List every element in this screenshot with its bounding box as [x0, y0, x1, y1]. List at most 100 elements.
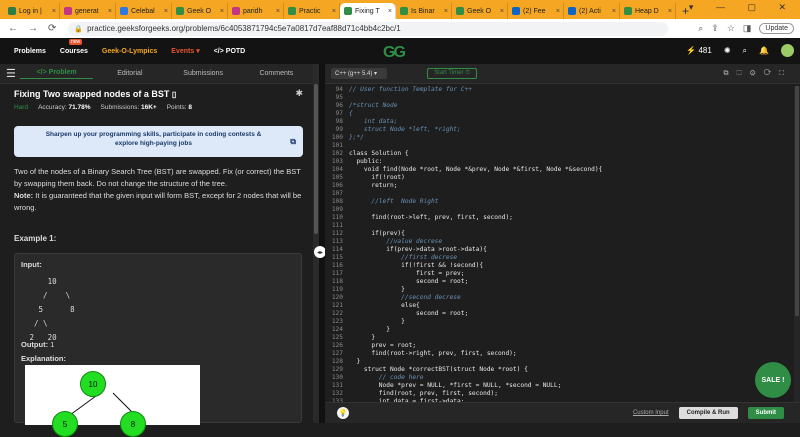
code-line[interactable]: public:: [349, 158, 382, 166]
close-tab-icon[interactable]: ×: [444, 8, 448, 15]
tab-problem[interactable]: </> Problem: [20, 69, 94, 79]
browser-tab[interactable]: generat ×: [60, 3, 116, 19]
browser-tab[interactable]: Fixing T ×: [340, 3, 396, 19]
code-line[interactable]: if(!first && !second){: [349, 262, 483, 270]
code-line[interactable]: {: [349, 110, 353, 118]
close-tab-icon[interactable]: ×: [612, 8, 616, 15]
close-tab-icon[interactable]: ×: [276, 8, 280, 15]
tab-comments[interactable]: Comments: [240, 70, 313, 77]
code-area[interactable]: 94 // User function Template for C++ 95 96 /…: [325, 86, 793, 402]
editor-scrollbar[interactable]: [794, 86, 800, 402]
close-tab-icon[interactable]: ×: [108, 8, 112, 15]
code-line[interactable]: second = root;: [349, 310, 468, 318]
scroll-thumb[interactable]: [795, 86, 799, 316]
code-line[interactable]: //left Node Right: [349, 198, 438, 206]
hint-bulb-icon[interactable]: 💡: [337, 407, 349, 419]
code-line[interactable]: }: [349, 286, 405, 294]
avatar[interactable]: [781, 44, 794, 57]
code-line[interactable]: second = root;: [349, 278, 468, 286]
update-button[interactable]: Update: [759, 23, 794, 34]
share-icon[interactable]: ⇪: [711, 23, 719, 34]
window-controls[interactable]: ▾ — ▢ ✕: [689, 2, 796, 13]
compile-run-button[interactable]: Compile & Run: [678, 407, 738, 419]
code-line[interactable]: /*struct Node: [349, 102, 397, 110]
editor-toolbar-icons[interactable]: ⧉⬚⚙⟳⛶: [724, 70, 800, 78]
nav-geek-o-lympics[interactable]: Geek-O-Lympics: [102, 48, 157, 55]
theme-toggle-icon[interactable]: ✺: [724, 46, 731, 55]
streak-counter[interactable]: ⚡ 481: [686, 46, 712, 55]
close-tab-icon[interactable]: ×: [332, 8, 336, 15]
nav-events[interactable]: Events ▾: [171, 47, 199, 55]
code-line[interactable]: };*/: [349, 134, 364, 142]
browser-tab[interactable]: (2) Acti ×: [564, 3, 620, 19]
sale-badge[interactable]: SALE !: [755, 362, 791, 398]
code-line[interactable]: }: [349, 334, 375, 342]
code-line[interactable]: }: [349, 318, 405, 326]
code-line[interactable]: //second decrese: [349, 294, 461, 302]
code-line[interactable]: int data;: [349, 118, 398, 126]
close-tab-icon[interactable]: ×: [556, 8, 560, 15]
close-tab-icon[interactable]: ×: [52, 8, 56, 15]
back-icon[interactable]: ←: [8, 23, 18, 34]
code-line[interactable]: void find(Node *root, Node *&prev, Node …: [349, 166, 602, 174]
close-tab-icon[interactable]: ×: [668, 8, 672, 15]
code-line[interactable]: return;: [349, 182, 397, 190]
reload-icon[interactable]: ⟳: [48, 23, 56, 34]
search-icon[interactable]: ⌕: [698, 23, 703, 34]
close-tab-icon[interactable]: ×: [388, 8, 392, 15]
browser-tab[interactable]: Geek O ×: [452, 3, 508, 19]
menu-icon[interactable]: ☰: [6, 67, 20, 80]
code-line[interactable]: Node *prev = NULL, *first = NULL, *secon…: [349, 382, 562, 390]
code-line[interactable]: if(prev->data >root->data){: [349, 246, 487, 254]
browser-tab[interactable]: Is Binar ×: [396, 3, 452, 19]
forward-icon[interactable]: →: [28, 23, 38, 34]
close-tab-icon[interactable]: ×: [220, 8, 224, 15]
extension-icon[interactable]: ◨: [743, 23, 752, 34]
code-line[interactable]: prev = root;: [349, 342, 416, 350]
search-icon[interactable]: ⌕: [743, 46, 747, 56]
code-line[interactable]: find(root->right, prev, first, second);: [349, 350, 516, 358]
code-line[interactable]: class Solution {: [349, 150, 409, 158]
custom-input-link[interactable]: Custom Input: [633, 410, 669, 416]
code-line[interactable]: //first decrese: [349, 254, 457, 262]
tab-submissions[interactable]: Submissions: [167, 70, 240, 77]
code-line[interactable]: struct Node *left, *right;: [349, 126, 461, 134]
submit-button[interactable]: Submit: [747, 407, 784, 419]
language-select[interactable]: C++ (g++ 5.4) ▾: [331, 68, 387, 79]
close-tab-icon[interactable]: ×: [164, 8, 168, 15]
gfg-logo[interactable]: GG: [383, 44, 406, 62]
url-field[interactable]: 🔒 practice.geeksforgeeks.org/problems/6c4…: [68, 21, 669, 36]
code-line[interactable]: //value decrese: [349, 238, 442, 246]
code-line[interactable]: if(prev){: [349, 230, 405, 238]
tab-editorial[interactable]: Editorial: [93, 70, 166, 77]
bookmark-icon[interactable]: ▯: [172, 90, 176, 99]
close-tab-icon[interactable]: ×: [500, 8, 504, 15]
code-line[interactable]: // User function Template for C++: [349, 86, 472, 94]
browser-tab[interactable]: Geek O ×: [172, 3, 228, 19]
code-line[interactable]: find(root->left, prev, first, second);: [349, 214, 513, 222]
editor-footer: 💡 Custom Input Compile & Run Submit: [325, 402, 800, 423]
browser-tab[interactable]: Heap D ×: [620, 3, 676, 19]
code-line[interactable]: struct Node *correctBST(struct Node *roo…: [349, 366, 528, 374]
bug-report-icon[interactable]: ✱: [295, 88, 303, 99]
code-line[interactable]: find(root, prev, first, second);: [349, 390, 498, 398]
start-timer-button[interactable]: Start Timer ⏱: [427, 68, 477, 79]
nav-courses[interactable]: Courses: [60, 48, 88, 55]
code-line[interactable]: if(!root): [349, 174, 405, 182]
browser-tab[interactable]: Log in | ×: [4, 3, 60, 19]
code-line[interactable]: first = prev;: [349, 270, 464, 278]
nav-potd[interactable]: </> POTD: [214, 48, 246, 55]
jobs-banner[interactable]: Sharpen up your programming skills, part…: [14, 126, 303, 157]
browser-tab[interactable]: Celebal ×: [116, 3, 172, 19]
browser-tab[interactable]: paridh ×: [228, 3, 284, 19]
scroll-thumb[interactable]: [314, 84, 318, 234]
star-icon[interactable]: ☆: [727, 23, 735, 34]
code-line[interactable]: // code here: [349, 374, 424, 382]
notification-bell-icon[interactable]: 🔔: [759, 46, 769, 55]
nav-problems[interactable]: Problems: [14, 48, 46, 55]
browser-tab[interactable]: (2) Fee ×: [508, 3, 564, 19]
browser-tab[interactable]: Practic ×: [284, 3, 340, 19]
code-line[interactable]: }: [349, 326, 390, 334]
code-line[interactable]: else{: [349, 302, 420, 310]
code-line[interactable]: }: [349, 358, 360, 366]
